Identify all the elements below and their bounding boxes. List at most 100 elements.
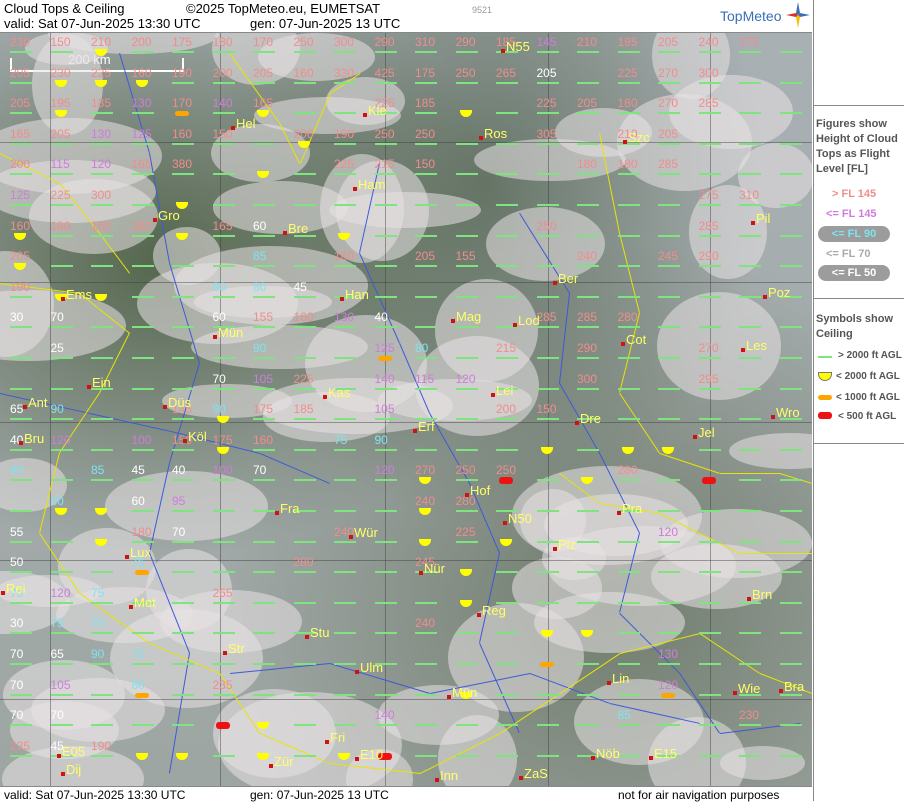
ceiling-above-2000-symbol [293,81,316,84]
cloud-top-value: 285 [698,218,719,233]
city-label: Wie [738,681,761,696]
ceiling-above-2000-symbol [658,571,680,574]
cloud-top-value: 250 [536,218,557,233]
ceiling-below-2000-symbol [621,446,634,454]
ceiling-above-2000-symbol [415,142,437,145]
ceiling-above-2000-symbol [131,724,154,727]
city-marker [465,493,469,497]
city-label: E10 [360,747,384,762]
ceiling-above-2000-symbol [253,663,275,665]
city-marker [771,415,775,419]
ceiling-above-2000-symbol [577,295,599,298]
cloud-top-value: 150 [536,402,557,417]
cloud-top-value: 225 [334,157,355,172]
cloud-top-value: 60 [212,310,226,325]
ceiling-above-2000-symbol [617,357,640,359]
ceiling-above-2000-symbol [91,265,113,268]
ceiling-above-2000-symbol [10,510,32,512]
cloud-top-value: 180 [131,524,152,539]
city-marker [355,670,359,674]
cloud-top-value: 190 [10,279,31,294]
ceiling-above-2000-symbol [496,112,518,115]
ceiling-above-2000-symbol [658,204,680,206]
ceiling-above-2000-symbol [172,663,194,665]
ceiling-above-2000-symbol [698,387,721,390]
ceiling-above-2000-symbol [415,204,437,206]
ceiling-above-2000-symbol [172,479,194,482]
border-line [619,312,640,393]
cloud-top-value: 205 [10,65,31,80]
cloud-top-value: 150 [212,126,233,141]
cloud-top-value: 40 [172,463,186,478]
cloud-top-value: 200 [131,35,152,49]
cloud-top-value: 80 [50,494,64,508]
ceiling-above-2000-symbol [658,326,680,329]
cloud-top-value: 175 [212,432,233,447]
ceiling-above-2000-symbol [455,479,478,482]
cloud-top-value: 240 [415,616,436,631]
ceiling-above-2000-symbol [253,265,275,268]
ceiling-above-2000-symbol [698,112,721,115]
cloud-top-value: 180 [577,157,598,172]
ceiling-above-2000-symbol [212,540,235,543]
cloud-top-value: 80 [253,279,267,294]
ceiling-below-1000-symbol [134,570,149,576]
cloud-top-value: 195 [50,96,71,111]
ceiling-above-2000-symbol [334,540,356,543]
ceiling-above-2000-symbol [131,448,154,451]
ceiling-above-2000-symbol [131,479,154,482]
cloud-top-value: 285 [698,96,719,111]
ceiling-above-2000-symbol [698,51,721,53]
cloud-top-value: 290 [455,35,476,49]
cloud-top-value: 150 [415,157,436,172]
cloud-top-value: 90 [10,463,24,478]
cloud-top-value: 95 [172,494,186,508]
ceiling-above-2000-symbol [415,357,437,359]
ceiling-above-2000-symbol [50,234,73,237]
ceiling-above-2000-symbol [577,173,599,176]
ceiling-above-2000-symbol [293,326,316,329]
city-marker [607,681,611,685]
cloud-top-value: 105 [374,402,395,417]
ceiling-above-2000-symbol [334,632,356,635]
city-label: Bra [784,679,805,694]
cloud-top-value: 205 [10,96,31,111]
cloud-top-value: 310 [415,35,436,49]
ceiling-above-2000-symbol [131,387,154,390]
city-label: Met [134,595,156,610]
city-marker [575,421,579,425]
city-label: Dij [66,762,82,777]
city-label: Poz [768,285,791,300]
ceiling-above-2000-symbol [496,265,518,268]
cloud-top-value: 290 [698,249,719,264]
ceiling-above-2000-symbol [253,357,275,359]
cloud-top-value: 65 [50,647,64,661]
ceiling-above-2000-symbol [50,693,73,696]
compass-logo-icon [786,2,810,28]
ceiling-above-2000-symbol [334,81,356,84]
city-marker [779,689,783,693]
ceiling-above-2000-symbol [172,724,194,727]
legend-fl-above-145: > FL 145 [832,188,877,200]
city-label: Kas [328,385,351,400]
ceiling-above-2000-symbol [779,571,802,574]
cloud-top-value: 180 [50,218,71,233]
cloud-top-value: 205 [658,35,679,49]
ceiling-above-2000-symbol [50,173,73,176]
ceiling-above-2000-symbol [536,326,559,329]
ceiling-below-2000-symbol [95,79,107,87]
ceiling-above-2000-symbol [50,571,73,574]
ceiling-above-2000-symbol [577,204,599,206]
ceiling-below-1000-symbol [377,356,392,361]
city-marker [23,405,27,409]
ceiling-above-2000-symbol [739,540,761,543]
green-line-symbol [818,356,832,358]
ceiling-above-2000-symbol [293,479,316,482]
ceiling-above-2000-symbol [617,326,640,329]
ceiling-above-2000-symbol [536,693,559,696]
ceiling-above-2000-symbol [131,112,154,115]
ceiling-above-2000-symbol [496,295,518,298]
legend-panel: Figures show Height of Cloud Tops as Fli… [813,0,904,801]
ceiling-above-2000-symbol [212,112,235,115]
ceiling-below-500-symbol [701,477,716,485]
